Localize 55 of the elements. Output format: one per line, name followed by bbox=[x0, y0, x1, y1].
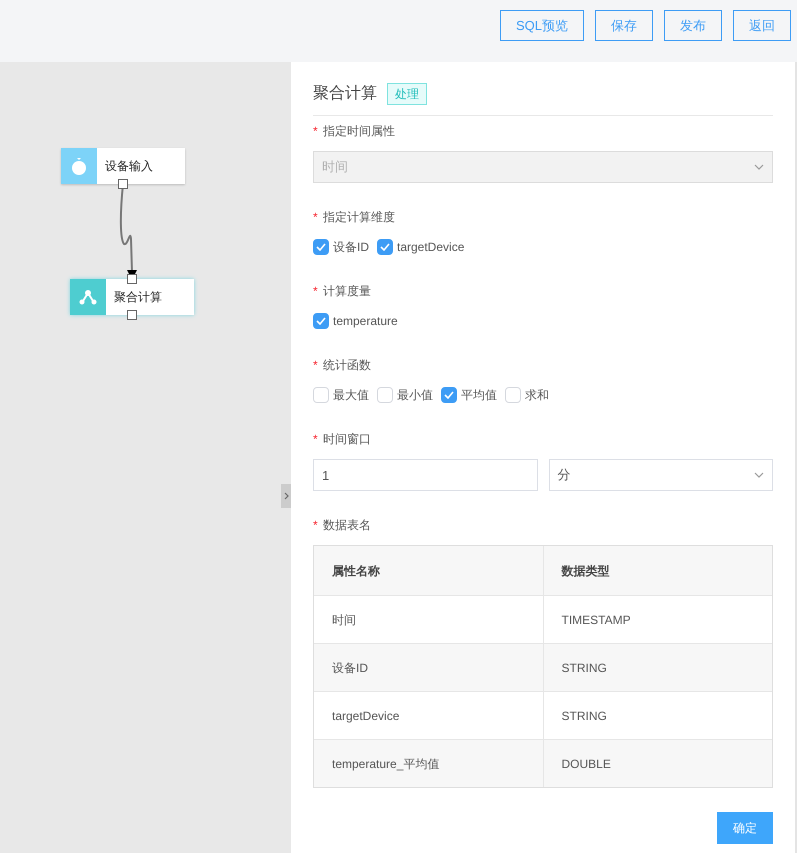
toolbar-button[interactable]: 保存 bbox=[595, 10, 653, 41]
flow-node[interactable]: 设备输入 bbox=[61, 148, 185, 184]
checkbox[interactable] bbox=[313, 239, 329, 255]
table-cell: DOUBLE bbox=[542, 740, 772, 787]
port-handle[interactable] bbox=[118, 179, 128, 189]
port-handle[interactable] bbox=[127, 274, 137, 284]
checkbox-label: 求和 bbox=[525, 387, 549, 404]
check-icon bbox=[380, 243, 390, 251]
field-label: 指定计算维度 bbox=[323, 209, 395, 226]
required-mark: * bbox=[313, 357, 319, 374]
flow-node[interactable]: 聚合计算 bbox=[70, 279, 194, 315]
field-label: 计算度量 bbox=[323, 283, 371, 300]
ball-icon bbox=[71, 156, 87, 176]
toolbar-button[interactable]: 返回 bbox=[733, 10, 791, 41]
toolbar-button[interactable]: 发布 bbox=[664, 10, 722, 41]
table-cell-text: targetDevice bbox=[331, 708, 400, 724]
checkbox-label: 最大值 bbox=[333, 387, 369, 404]
collapse-handle[interactable] bbox=[281, 484, 291, 508]
checkbox-label: 平均值 bbox=[461, 387, 497, 404]
check-icon bbox=[316, 317, 326, 325]
checkbox-label: temperature bbox=[333, 313, 398, 330]
required-mark: * bbox=[313, 517, 319, 534]
unit-select[interactable]: 分 bbox=[548, 459, 773, 491]
field-label: 数据表名 bbox=[323, 517, 371, 534]
checkbox-label: 设备ID bbox=[333, 239, 369, 256]
node-label: 聚合计算 bbox=[113, 289, 162, 306]
column-header: 属性名称 bbox=[331, 562, 381, 580]
check-icon bbox=[316, 243, 326, 251]
required-mark: * bbox=[313, 209, 319, 226]
checkbox[interactable] bbox=[377, 239, 393, 255]
port-handle[interactable] bbox=[127, 310, 137, 320]
number-field[interactable]: 1 bbox=[313, 459, 538, 491]
required-mark: * bbox=[313, 283, 319, 300]
category-tag: 处理 bbox=[387, 83, 427, 105]
table-cell-text: 设备ID bbox=[331, 660, 369, 676]
chevron-down-icon bbox=[754, 164, 764, 170]
checkbox-label: 最小值 bbox=[397, 387, 433, 404]
required-mark: * bbox=[313, 123, 319, 140]
node-label: 设备输入 bbox=[104, 158, 153, 175]
checkbox[interactable] bbox=[313, 313, 329, 329]
field-label: 时间窗口 bbox=[323, 431, 371, 448]
toolbar-button[interactable]: SQL预览 bbox=[500, 10, 584, 41]
required-mark: * bbox=[313, 431, 319, 448]
chevron-down-icon bbox=[754, 472, 764, 478]
table-cell-text: temperature_平均值 bbox=[331, 756, 440, 772]
checkbox-label: targetDevice bbox=[397, 239, 464, 256]
checkbox[interactable] bbox=[441, 387, 457, 403]
nodes-icon bbox=[79, 289, 97, 305]
confirm-button[interactable]: 确定 bbox=[717, 812, 773, 844]
table-cell-text: 时间 bbox=[331, 612, 357, 628]
chevron-right-icon bbox=[284, 492, 288, 500]
check-icon bbox=[444, 391, 454, 399]
field-label: 指定时间属性 bbox=[323, 123, 395, 140]
panel-title: 聚合计算 bbox=[313, 84, 377, 104]
field-label: 统计函数 bbox=[323, 357, 371, 374]
